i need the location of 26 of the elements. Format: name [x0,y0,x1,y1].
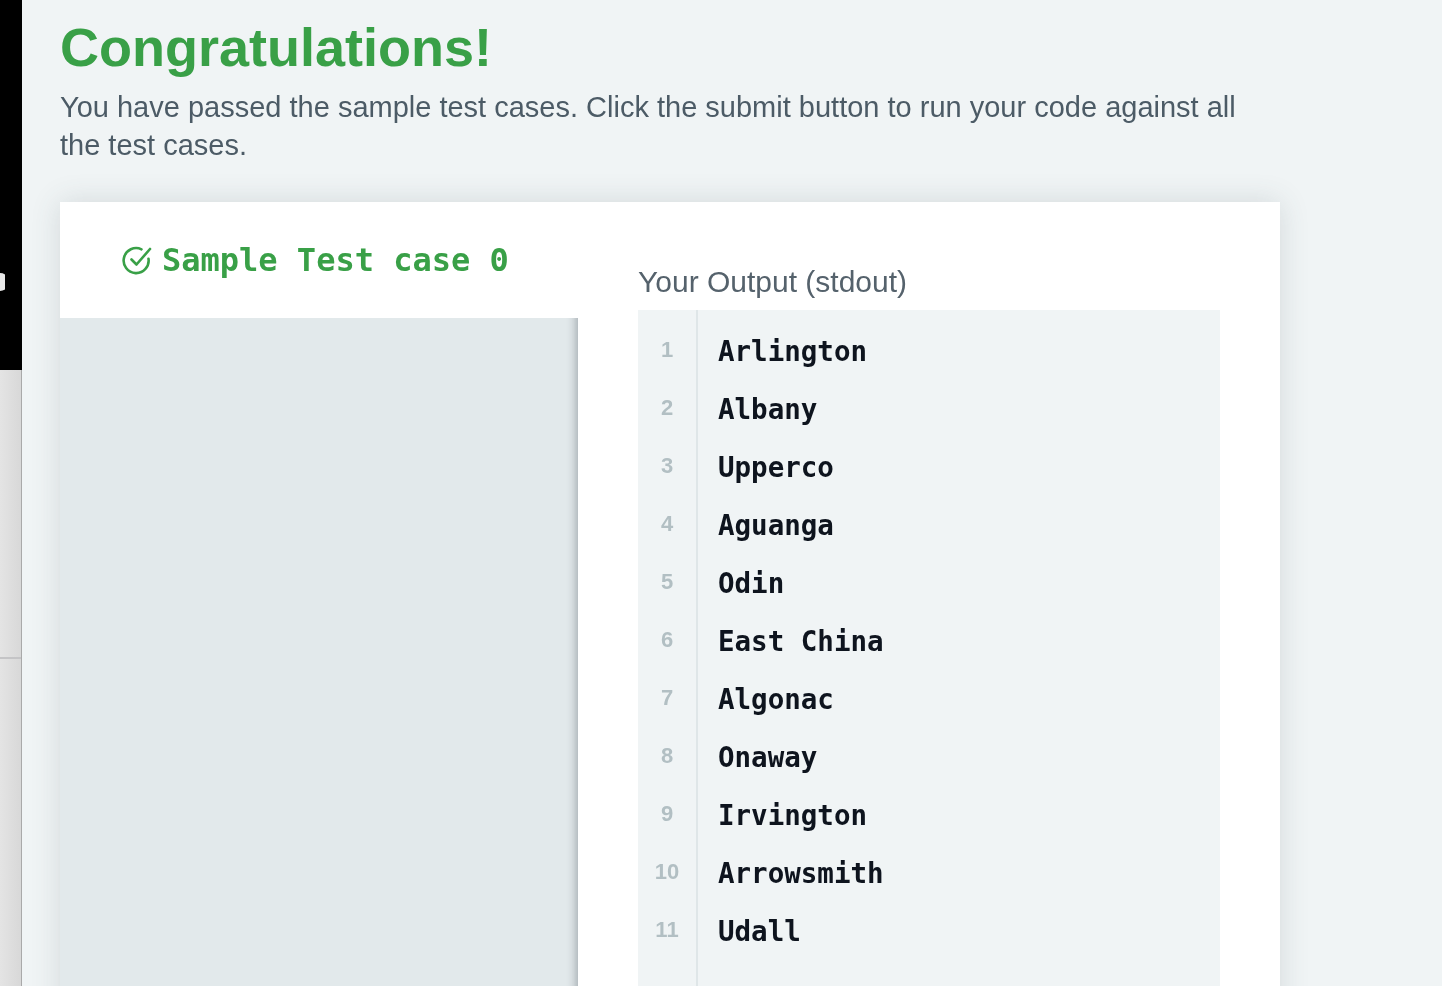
line-number: 5 [660,568,674,597]
output-line: Albany [718,393,818,425]
line-number: 9 [660,800,674,829]
output-line: Algonac [718,683,834,715]
output-line: Aguanga [718,509,834,541]
output-line: Upperco [718,451,834,483]
line-number: 1 [660,336,674,365]
message: You have passed the sample test cases. Click the submit button to run your code against all the test cases. [60,90,1237,163]
output-line: Odin [718,567,785,599]
output-label: Your Output (stdout) [638,264,908,300]
line-number: 3 [660,452,674,481]
output-line: Irvington [718,799,867,831]
line-number: 2 [660,394,674,423]
line-number: 10 [654,858,680,887]
output-line: Arrowsmith [718,857,884,889]
line-number: 8 [660,742,674,771]
heading: Congratulations! [60,17,492,77]
output-line: East China [718,625,884,657]
output-line: Onaway [718,741,818,773]
line-number: 7 [660,684,674,713]
output-line: Udall [718,915,801,947]
line-number: 11 [655,916,679,945]
line-number: 4 [660,510,674,539]
test-case-tab[interactable]: Sample Test case 0 [60,202,578,318]
line-number: 6 [660,626,674,655]
output-line: Arlington [718,335,867,367]
